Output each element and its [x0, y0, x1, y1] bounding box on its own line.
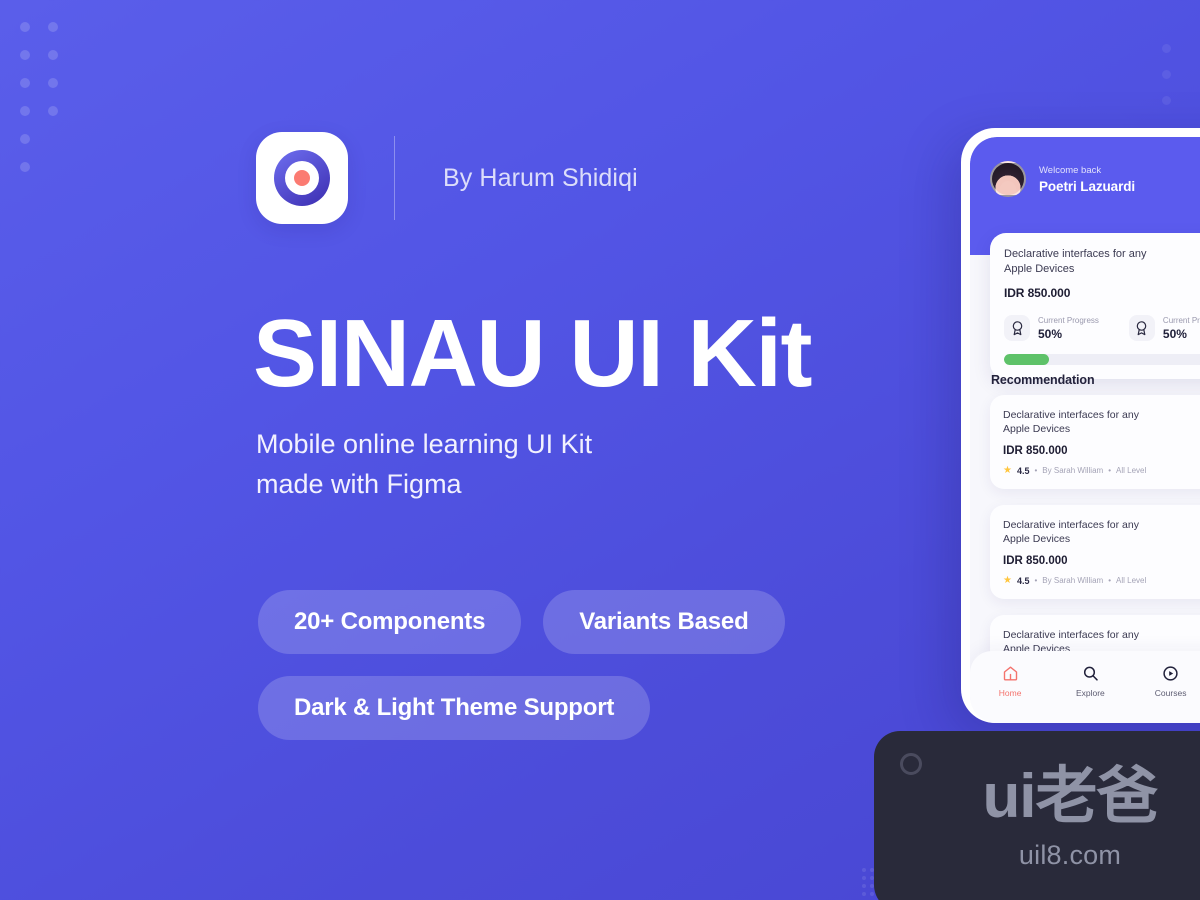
user-name: Poetri Lazuardi — [1039, 178, 1136, 194]
tab-courses[interactable]: Courses — [1131, 665, 1200, 698]
brand-divider — [394, 136, 395, 220]
course-price: IDR 850.000 — [1003, 444, 1068, 457]
meta-separator: • — [1034, 576, 1038, 586]
feature-pill-row-1: 20+ Components Variants Based — [258, 590, 898, 654]
home-icon — [1003, 666, 1017, 681]
dot — [48, 162, 58, 172]
dot-grid-top-left — [20, 22, 76, 190]
subtitle-line-2: made with Figma — [256, 468, 462, 499]
search-icon — [1083, 666, 1098, 681]
course-rating: 4.5 — [1016, 575, 1030, 586]
feature-pill-group: 20+ Components Variants Based Dark & Lig… — [258, 590, 898, 762]
progress-stat-2-label: Current Progress — [1162, 315, 1200, 325]
dot — [20, 162, 30, 172]
progress-stat-2-value: 50% — [1162, 326, 1187, 341]
user-avatar[interactable] — [990, 161, 1026, 197]
dot — [20, 78, 30, 88]
dot — [48, 78, 58, 88]
tab-home-label: Home — [998, 688, 1022, 698]
course-author: By Sarah William — [1042, 466, 1104, 476]
progress-bar-track — [1004, 354, 1200, 365]
tab-courses-label: Courses — [1154, 688, 1187, 698]
current-course-card[interactable]: Declarative interfaces for any Apple Dev… — [990, 233, 1200, 379]
dot — [20, 134, 30, 144]
circle-outline-icon — [900, 753, 922, 775]
app-logo — [256, 132, 348, 224]
bottom-navigation: Home Explore Courses — [970, 651, 1200, 723]
course-name: Declarative interfaces for any Apple Dev… — [1003, 518, 1139, 546]
course-info: Declarative interfaces for any Apple Dev… — [1003, 408, 1169, 476]
feature-pill-components[interactable]: 20+ Components — [258, 590, 522, 654]
greeting-text-block: Welcome back Poetri Lazuardi — [1039, 165, 1135, 194]
dot — [1162, 96, 1171, 105]
tab-explore[interactable]: Explore — [1050, 665, 1130, 698]
dot — [48, 50, 58, 60]
course-rating: 4.5 — [1016, 465, 1030, 476]
progress-bar-fill — [1004, 354, 1050, 365]
feature-pill-variants[interactable]: Variants Based — [543, 590, 785, 654]
brand-header: By Harum Shidiqi — [256, 132, 638, 224]
page-subtitle: Mobile online learning UI Kit made with … — [256, 425, 592, 505]
dot — [20, 106, 30, 116]
list-item[interactable]: Declarative interfaces for any Apple Dev… — [990, 504, 1200, 599]
recommendation-heading: Recommendation — [991, 373, 1095, 387]
dot — [48, 134, 58, 144]
dot — [20, 50, 30, 60]
logo-inner-ring — [285, 161, 319, 195]
progress-stat-1: Current Progress 50% — [1004, 315, 1099, 341]
feature-pill-theme[interactable]: Dark & Light Theme Support — [258, 676, 651, 740]
list-item[interactable]: Declarative interfaces for any Apple Dev… — [990, 395, 1200, 489]
meta-separator: • — [1034, 466, 1038, 476]
course-card-text: Declarative interfaces for any Apple Dev… — [1004, 247, 1177, 300]
greeting-label: Welcome back — [1039, 164, 1102, 176]
dot — [20, 22, 30, 32]
dot-grid-top-right — [1162, 44, 1188, 122]
watermark-card: ui老爸 uil8.com — [874, 731, 1200, 900]
course-name: Declarative interfaces for any Apple Dev… — [1003, 409, 1139, 436]
dot — [1162, 70, 1171, 79]
progress-stat-2: Current Progress 50% — [1128, 315, 1200, 341]
dot — [1162, 44, 1171, 53]
feature-pill-row-2: Dark & Light Theme Support — [258, 676, 898, 740]
logo-core-dot — [294, 170, 310, 186]
course-price: IDR 850.000 — [1003, 554, 1068, 567]
course-meta: ★ 4.5 • By Sarah William • All Level — [1003, 464, 1161, 476]
author-byline: By Harum Shidiqi — [443, 163, 638, 192]
course-level: All Level — [1116, 466, 1147, 476]
meta-separator: • — [1108, 576, 1112, 586]
meta-separator: • — [1108, 466, 1112, 476]
watermark-url: uil8.com — [1018, 839, 1122, 870]
phone-mockup: Welcome back Poetri Lazuardi Declarative… — [961, 128, 1200, 723]
medal-icon — [1004, 315, 1030, 341]
medal-icon — [1128, 315, 1155, 341]
course-meta: ★ 4.5 • By Sarah William • All Level — [1003, 574, 1161, 586]
dot — [48, 106, 58, 116]
subtitle-line-1: Mobile online learning UI Kit — [256, 429, 593, 459]
tab-home[interactable]: Home — [970, 665, 1050, 698]
page-title: SINAU UI Kit — [253, 300, 813, 407]
play-circle-icon — [1163, 666, 1178, 681]
course-info: Declarative interfaces for any Apple Dev… — [1003, 518, 1169, 586]
progress-stat-1-value: 50% — [1038, 326, 1063, 341]
course-level: All Level — [1116, 576, 1147, 586]
tab-explore-label: Explore — [1075, 688, 1105, 698]
course-price: IDR 850.000 — [1004, 286, 1071, 301]
progress-stat-1-label: Current Progress — [1038, 315, 1099, 325]
course-title: Declarative interfaces for any Apple Dev… — [1004, 248, 1147, 276]
progress-stat-2-text: Current Progress 50% — [1163, 316, 1200, 341]
star-icon: ★ — [1003, 464, 1012, 476]
progress-stat-1-text: Current Progress 50% — [1038, 316, 1099, 341]
course-card-top: Declarative interfaces for any Apple Dev… — [1004, 247, 1200, 301]
user-greeting-row: Welcome back Poetri Lazuardi — [990, 161, 1200, 197]
star-icon: ★ — [1003, 574, 1012, 586]
phone-screen: Welcome back Poetri Lazuardi Declarative… — [970, 137, 1200, 723]
course-author: By Sarah William — [1042, 576, 1104, 586]
watermark-logo-text: ui老爸 — [982, 761, 1158, 831]
target-circle-logo-icon — [274, 150, 330, 206]
dot — [48, 22, 58, 32]
course-stats-row: Current Progress 50% Current Progress 50… — [1004, 315, 1200, 341]
